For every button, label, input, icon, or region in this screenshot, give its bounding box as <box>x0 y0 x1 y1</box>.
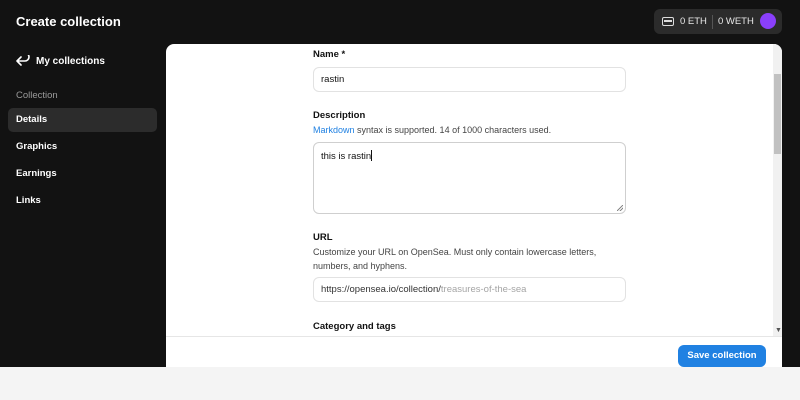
name-input[interactable]: rastin <box>313 67 626 92</box>
weth-balance: 0 WETH <box>717 16 754 27</box>
wallet-balance[interactable]: 0 ETH 0 WETH <box>654 9 782 34</box>
url-prefix: https://opensea.io/collection/ <box>321 284 441 295</box>
avatar[interactable] <box>760 13 776 29</box>
back-to-my-collections[interactable]: My collections <box>16 55 105 67</box>
scrollbar-thumb[interactable] <box>774 74 781 154</box>
wallet-icon <box>662 17 674 26</box>
name-label: Name * <box>313 49 346 60</box>
url-helper: Customize your URL on OpenSea. Must only… <box>313 247 597 271</box>
page-title: Create collection <box>16 14 121 29</box>
sidebar-section-label: Collection <box>16 90 58 101</box>
sidebar-item-earnings[interactable]: Earnings <box>8 162 157 186</box>
top-bar: Create collection 0 ETH 0 WETH <box>0 0 800 44</box>
balance-divider <box>711 14 713 29</box>
description-helper-text: syntax is supported. 14 of 1000 characte… <box>354 125 552 135</box>
form-content: Name * rastin Description Markdown synta… <box>166 44 773 336</box>
app-window: Create collection 0 ETH 0 WETH My collec… <box>0 0 800 367</box>
resize-handle[interactable] <box>617 205 623 211</box>
save-collection-button[interactable]: Save collection <box>678 345 766 367</box>
back-label: My collections <box>36 55 105 67</box>
sidebar: My collections Collection Details Graphi… <box>0 44 165 367</box>
form-footer: Save collection <box>166 336 782 367</box>
form-panel: Name * rastin Description Markdown synta… <box>166 44 782 367</box>
category-label: Category and tags <box>313 321 396 332</box>
sidebar-item-graphics[interactable]: Graphics <box>8 135 157 159</box>
description-value: this is rastin <box>321 151 372 162</box>
text-caret <box>371 150 373 161</box>
eth-balance: 0 ETH <box>680 16 707 27</box>
markdown-link[interactable]: Markdown <box>313 125 355 135</box>
url-input[interactable]: https://opensea.io/collection/treasures-… <box>313 277 626 302</box>
description-textarea[interactable]: this is rastin <box>313 142 626 214</box>
sidebar-item-details[interactable]: Details <box>8 108 157 132</box>
url-placeholder: treasures-of-the-sea <box>440 284 527 295</box>
scroll-down-icon[interactable]: ▼ <box>775 327 782 334</box>
description-label: Description <box>313 110 366 121</box>
scrollbar[interactable]: ▼ <box>773 44 782 336</box>
back-arrow-icon <box>16 55 30 66</box>
description-helper: Markdown syntax is supported. 14 of 1000… <box>313 123 551 137</box>
sidebar-item-links[interactable]: Links <box>8 189 157 213</box>
url-label: URL <box>313 232 333 243</box>
